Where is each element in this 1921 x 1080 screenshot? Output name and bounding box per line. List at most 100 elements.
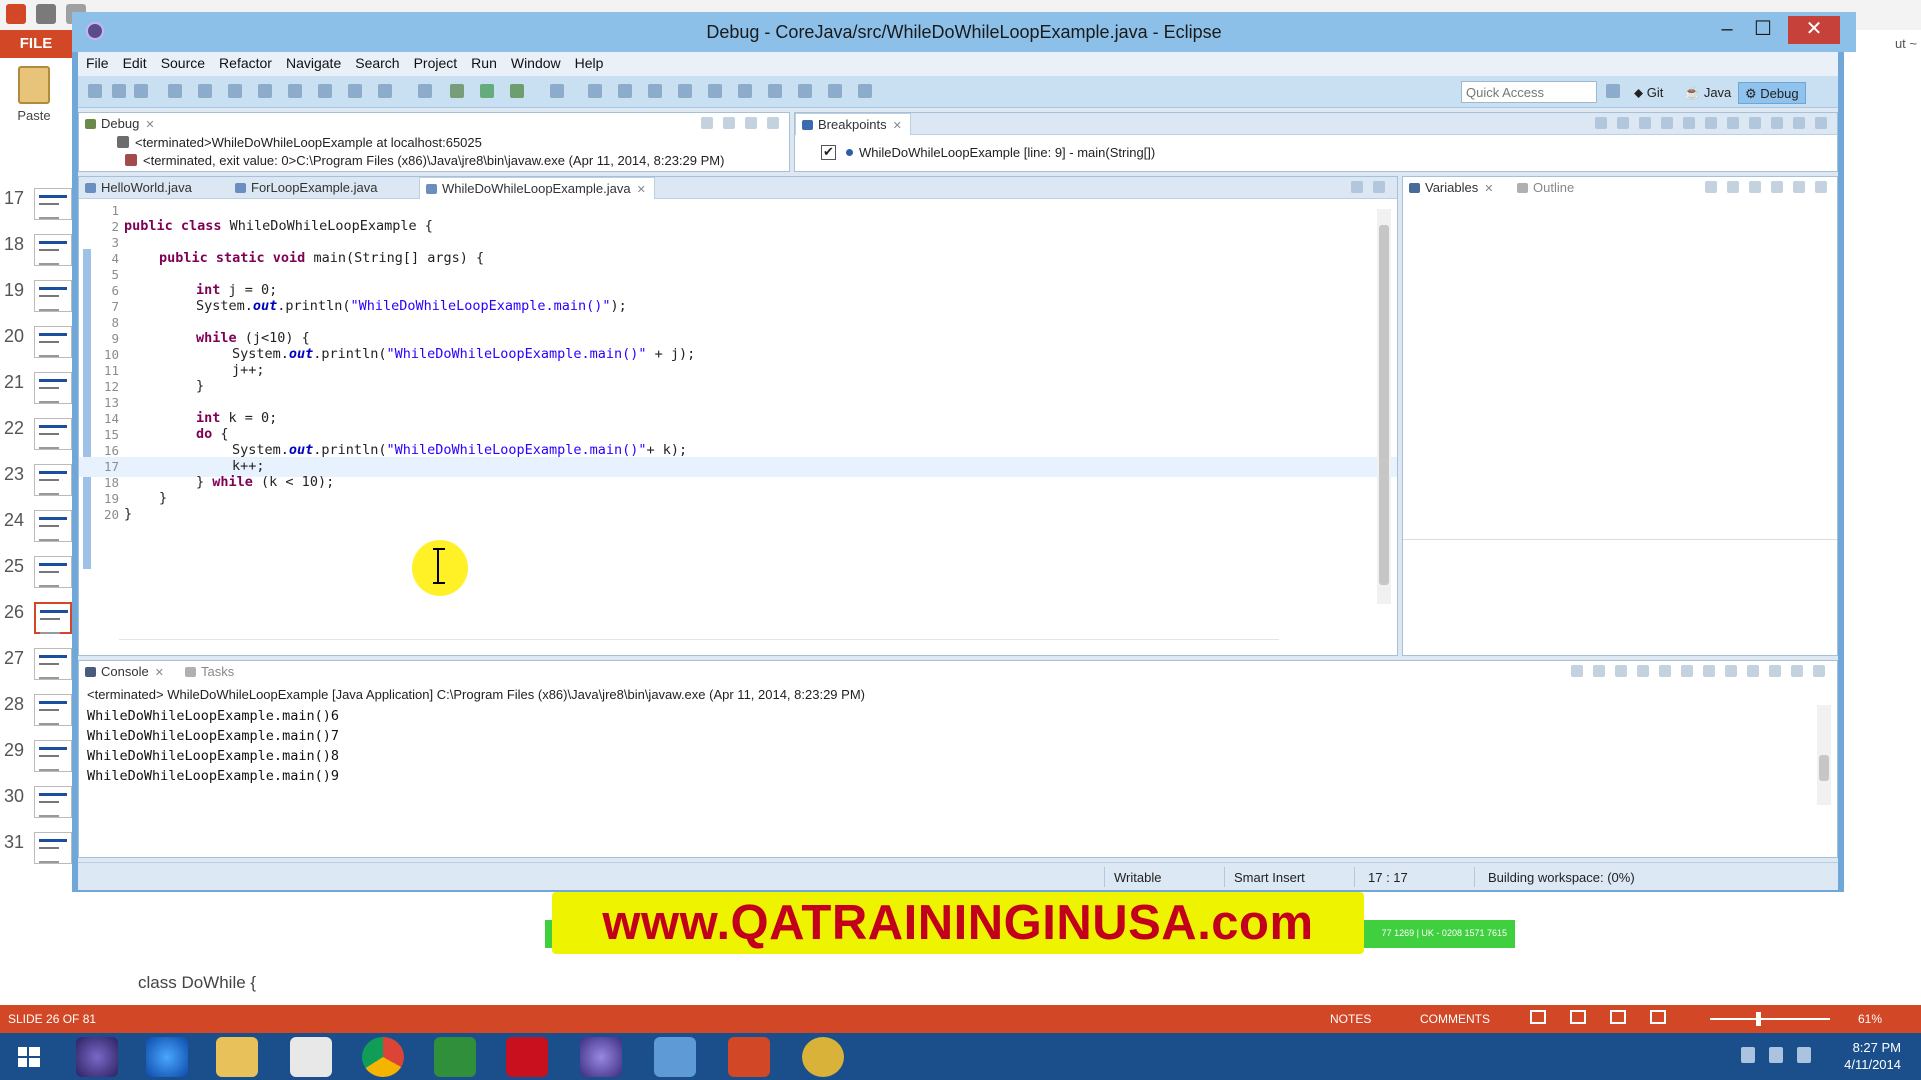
taskbar-clock[interactable]: 8:27 PM 4/11/2014 [1844,1039,1901,1073]
remove-all-breakpoints-icon[interactable] [1617,117,1629,129]
tab-variables[interactable]: Variables ✕ [1403,177,1501,199]
remove-terminated-icon[interactable] [701,117,713,129]
console-vertical-scrollbar[interactable] [1817,705,1831,805]
disconnect-icon[interactable] [288,84,302,98]
acrobat-icon[interactable] [506,1037,548,1077]
skip-all-icon[interactable] [1683,117,1695,129]
menu-search[interactable]: Search [347,52,405,71]
breakpoint-checkbox[interactable] [821,144,836,160]
show-on-output-icon[interactable] [1703,665,1715,677]
tab-breakpoints[interactable]: Breakpoints ✕ [795,113,911,135]
link-editor-icon[interactable] [1749,117,1761,129]
open-console-icon[interactable] [1769,665,1781,677]
step-into-icon[interactable] [318,84,332,98]
powerpoint-taskbar-icon[interactable] [728,1037,770,1077]
print-icon[interactable] [168,84,182,98]
prev-annotation-icon[interactable] [768,84,782,98]
close-tab-icon[interactable]: ✕ [145,119,154,131]
scrollbar-thumb[interactable] [1819,755,1829,781]
maximize-view-icon[interactable] [767,117,779,129]
tab-forloopexample-java[interactable]: ForLoopExample.java [229,177,385,199]
volume-icon[interactable] [1797,1047,1811,1063]
suspend-icon[interactable] [228,84,242,98]
display-console-icon[interactable] [1747,665,1759,677]
step-return-icon[interactable] [378,84,392,98]
maximize-view-icon[interactable] [1815,117,1827,129]
editor-vertical-scrollbar[interactable] [1377,209,1391,604]
new-package-icon[interactable] [618,84,632,98]
normal-view-icon[interactable] [1530,1010,1546,1024]
close-tab-icon[interactable]: ✕ [1484,183,1493,195]
maximize-view-icon[interactable] [1373,181,1385,193]
maximize-button[interactable]: ☐ [1746,16,1780,44]
resume-icon[interactable] [198,84,212,98]
media-icon[interactable] [654,1037,696,1077]
tab-console[interactable]: Console ✕ [79,661,172,683]
new-java-project-icon[interactable] [588,84,602,98]
pin-console-icon[interactable] [1725,665,1737,677]
terminate-console-icon[interactable] [1571,665,1583,677]
show-type-names-icon[interactable] [1705,181,1717,193]
menu-run[interactable]: Run [463,52,503,71]
open-type-icon[interactable] [678,84,692,98]
new-class-icon[interactable] [648,84,662,98]
code-line[interactable]: 20} [79,505,1397,525]
terminate-icon[interactable] [258,84,272,98]
menu-file[interactable]: File [78,52,115,71]
excel-like-icon[interactable] [434,1037,476,1077]
remove-launch-icon[interactable] [1593,665,1605,677]
tray-arrow-icon[interactable] [1741,1047,1755,1063]
tab-helloworld-java[interactable]: HelloWorld.java [79,177,200,199]
details-pane-divider[interactable] [1403,539,1837,540]
scroll-lock-icon[interactable] [1659,665,1671,677]
forward-icon[interactable] [828,84,842,98]
zoom-slider-knob[interactable] [1756,1012,1761,1026]
tab-outline[interactable]: Outline [1511,177,1582,199]
menu-project[interactable]: Project [406,52,464,71]
notes-button[interactable]: NOTES [1330,1012,1371,1026]
show-supported-icon[interactable] [1639,117,1651,129]
go-to-file-icon[interactable] [1661,117,1673,129]
home-icon[interactable] [290,1037,332,1077]
quick-access-input[interactable]: Quick Access [1461,81,1597,103]
menu-edit[interactable]: Edit [115,52,153,71]
code-editor[interactable]: 1 2 public class WhileDoWhileLoopExample … [79,199,1397,655]
perspective-java[interactable]: ☕ Java [1678,82,1737,104]
menu-source[interactable]: Source [153,52,211,71]
eclipse-taskbar-icon[interactable] [76,1037,118,1077]
zoom-level[interactable]: 61% [1858,1012,1882,1026]
minimize-view-icon[interactable] [1793,181,1805,193]
save-icon[interactable] [36,4,56,24]
save-icon[interactable] [112,84,126,98]
maximize-view-icon[interactable] [1815,181,1827,193]
file-explorer-icon[interactable] [216,1037,258,1077]
start-button[interactable] [8,1037,50,1077]
collapse-all-icon[interactable] [1727,117,1739,129]
debug-launch-item[interactable]: <terminated>WhileDoWhileLoopExample at l… [117,135,482,150]
tab-whiledowhile-java[interactable]: WhileDoWhileLoopExample.java ✕ [419,177,655,199]
flower-app-icon[interactable] [802,1037,844,1077]
show-logical-structure-icon[interactable] [1727,181,1739,193]
tab-tasks[interactable]: Tasks [179,661,242,683]
menu-refactor[interactable]: Refactor [211,52,278,71]
debug-process-item[interactable]: <terminated, exit value: 0>C:\Program Fi… [125,153,724,168]
new-icon[interactable] [88,84,102,98]
maximize-view-icon[interactable] [1813,665,1825,677]
remove-breakpoint-icon[interactable] [1595,117,1607,129]
editor-horizontal-scrollbar[interactable] [119,639,1279,649]
skip-breakpoints-icon[interactable] [418,84,432,98]
word-wrap-icon[interactable] [1681,665,1693,677]
next-annotation-icon[interactable] [738,84,752,98]
minimize-view-icon[interactable] [1793,117,1805,129]
eclipse-taskbar-icon-2[interactable] [580,1037,622,1077]
close-tab-icon[interactable]: ✕ [637,184,646,196]
menu-window[interactable]: Window [503,52,567,71]
view-menu-icon[interactable] [1771,181,1783,193]
external-tools-icon[interactable] [550,84,564,98]
collapse-all-icon[interactable] [1749,181,1761,193]
chrome-icon[interactable] [362,1037,404,1077]
minimize-view-icon[interactable] [1351,181,1363,193]
minimize-view-icon[interactable] [745,117,757,129]
zoom-slider[interactable] [1690,1012,1840,1026]
close-tab-icon[interactable]: ✕ [893,120,902,132]
